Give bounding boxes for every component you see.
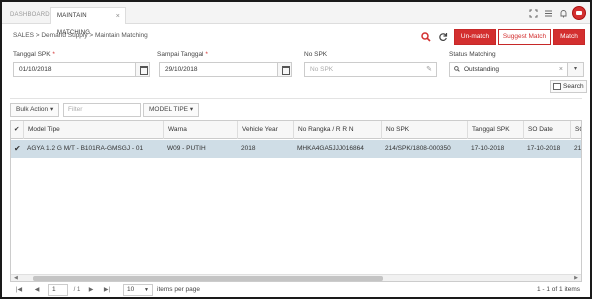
bell-icon[interactable]: [557, 7, 569, 19]
suggest-match-button[interactable]: Suggest Match: [498, 29, 551, 45]
col-no-rangka[interactable]: No Rangka / R R N: [293, 121, 381, 139]
sampai-tanggal-value: 29/10/2018: [165, 66, 198, 73]
menu-icon[interactable]: [542, 7, 554, 19]
search-button-label: Search: [563, 83, 584, 90]
scroll-left-icon[interactable]: ◀: [14, 275, 18, 281]
chevron-down-icon[interactable]: ▾: [567, 63, 583, 76]
search-button[interactable]: Search: [550, 80, 587, 93]
cell-vehicle-year: 2018: [241, 145, 256, 152]
app-window: DASHBOARD MAINTAIN MATCHING × SALES > De…: [2, 2, 590, 297]
search-list-icon: [553, 83, 561, 90]
cell-model-tipe: AGYA 1.2 G M/T - B101RA-GMSGJ - 01: [27, 145, 144, 152]
row-checkbox[interactable]: ✔: [14, 145, 22, 153]
col-model-tipe[interactable]: Model Tipe: [23, 121, 163, 139]
sampai-tanggal-field[interactable]: 29/10/2018: [159, 62, 292, 77]
col-so-date[interactable]: SO Date: [523, 121, 570, 139]
tanggal-spk-value: 01/10/2018: [19, 66, 52, 73]
unmatch-button[interactable]: Un-match: [454, 29, 496, 45]
pager: |◀ ◀ 1 / 1 ▶ ▶| 10 ▼ items per page 1 - …: [10, 284, 582, 297]
table-row[interactable]: ✔ AGYA 1.2 G M/T - B101RA-GMSGJ - 01 W09…: [11, 140, 582, 158]
match-button[interactable]: Match: [553, 29, 585, 45]
col-no-spk[interactable]: No SPK: [381, 121, 467, 139]
close-icon[interactable]: ×: [116, 8, 120, 25]
pager-summary: 1 - 1 of 1 items: [537, 286, 580, 293]
matching-grid: ✔ Model Tipe Warna Vehicle Year No Rangk…: [10, 120, 582, 282]
prev-page-icon[interactable]: ◀: [32, 284, 42, 296]
breadcrumb: SALES > Demand Supply > Maintain Matchin…: [13, 32, 148, 39]
page-size-value: 10: [127, 286, 135, 293]
calendar-icon[interactable]: [135, 63, 149, 76]
cell-tanggal-spk: 17-10-2018: [471, 145, 505, 152]
model-tipe-button[interactable]: MODEL TIPE ▾: [143, 103, 200, 117]
status-matching-label: Status Matching: [449, 51, 496, 58]
bulk-action-button[interactable]: Bulk Action ▾: [10, 103, 60, 117]
user-avatar[interactable]: [572, 6, 586, 20]
cell-no-rangka: MHKA4GA5JJJ016864: [297, 145, 364, 152]
scroll-right-icon[interactable]: ▶: [574, 275, 578, 281]
page-count: / 1: [73, 287, 81, 293]
cell-warna: W09 - PUTIH: [167, 145, 206, 152]
no-spk-placeholder: No SPK: [310, 66, 334, 73]
col-warna[interactable]: Warna: [163, 121, 237, 139]
horizontal-scrollbar[interactable]: ◀ ▶: [11, 274, 581, 281]
refresh-icon[interactable]: [436, 30, 450, 44]
chevron-down-icon: ▼: [144, 287, 149, 293]
calendar-icon[interactable]: [277, 63, 291, 76]
top-icon-bar: [524, 6, 586, 20]
scrollbar-thumb[interactable]: [33, 276, 383, 281]
tab-bar: DASHBOARD MAINTAIN MATCHING ×: [2, 2, 590, 36]
no-spk-label: No SPK: [304, 51, 328, 58]
cell-no-spk: 214/SPK/1808-000350: [385, 145, 451, 152]
page-size-select[interactable]: 10 ▼: [123, 284, 153, 296]
cell-so-no: 214/: [574, 145, 582, 152]
items-per-page-label: items per page: [157, 286, 200, 293]
tanggal-spk-label: Tanggal SPK *: [13, 51, 55, 58]
search-icon[interactable]: [419, 30, 433, 44]
last-page-icon[interactable]: ▶|: [102, 284, 112, 296]
status-matching-select[interactable]: Outstanding × ▾: [449, 62, 584, 77]
next-page-icon[interactable]: ▶: [86, 284, 96, 296]
first-page-icon[interactable]: |◀: [14, 284, 24, 296]
cell-so-date: 17-10-2018: [527, 145, 561, 152]
search-icon: [454, 63, 460, 78]
tanggal-spk-field[interactable]: 01/10/2018: [13, 62, 150, 77]
col-vehicle-year[interactable]: Vehicle Year: [237, 121, 293, 139]
grid-filter-input[interactable]: Filter: [63, 103, 141, 117]
col-so-no[interactable]: SO N: [570, 121, 581, 139]
fullscreen-icon[interactable]: [527, 7, 539, 19]
tab-dashboard[interactable]: DASHBOARD: [4, 7, 50, 24]
grid-header: ✔ Model Tipe Warna Vehicle Year No Rangk…: [11, 121, 581, 139]
divider: [10, 98, 582, 99]
page-input[interactable]: 1: [48, 284, 68, 296]
select-all-checkbox[interactable]: ✔: [11, 121, 23, 139]
clear-icon[interactable]: ×: [559, 63, 563, 76]
tab-maintain-matching[interactable]: MAINTAIN MATCHING ×: [50, 7, 126, 36]
sampai-tanggal-label: Sampai Tanggal *: [157, 51, 208, 58]
status-matching-value: Outstanding: [464, 66, 500, 73]
col-tanggal-spk[interactable]: Tanggal SPK: [467, 121, 523, 139]
no-spk-field[interactable]: No SPK ✎: [304, 62, 437, 77]
pencil-icon[interactable]: ✎: [426, 63, 432, 76]
